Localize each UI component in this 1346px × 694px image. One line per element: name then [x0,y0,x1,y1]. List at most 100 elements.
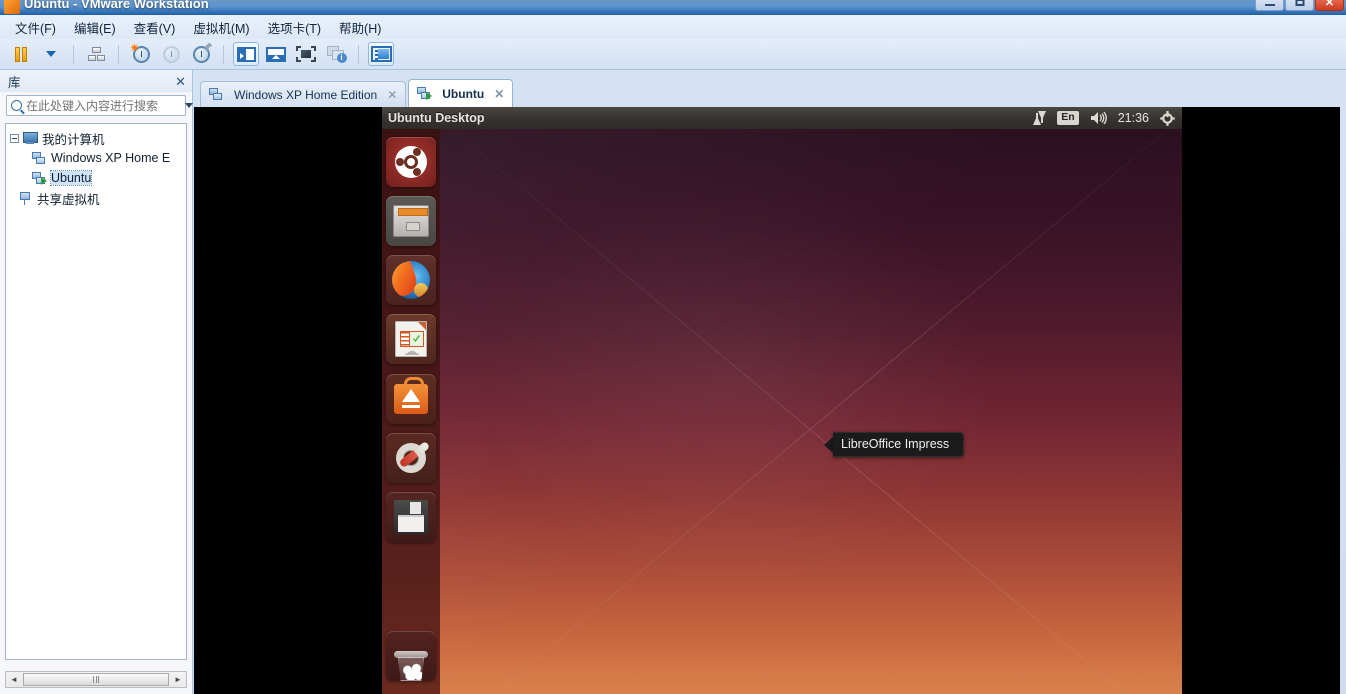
clock-plus-icon: ✷ [130,42,150,63]
enter-fullscreen-button[interactable] [293,42,319,66]
ubuntu-logo-icon [395,146,427,178]
ubuntu-top-panel: Ubuntu Desktop En 21:36 [382,107,1182,129]
launcher-item-software-center[interactable] [386,374,436,424]
launcher-item-workspace-switcher[interactable] [386,492,436,542]
vm-icon [209,88,223,101]
trash-icon [394,651,428,681]
unity-mode-button[interactable] [368,42,394,66]
tooltip-arrow-icon [824,436,833,453]
desktop-wallpaper[interactable] [440,129,1182,694]
launcher-item-system-settings[interactable] [386,433,436,483]
launcher-item-dash-home[interactable] [386,137,436,187]
tree-item-label: 我的计算机 [42,132,105,147]
clock-back-icon [162,45,180,63]
vm-tab-strip: Windows XP Home Edition ✕ Ubuntu ✕ [194,76,1346,107]
volume-icon[interactable] [1090,111,1107,125]
multi-window-info-icon: i [326,46,347,63]
take-snapshot-button[interactable]: ✷ [128,42,154,66]
expander-icon[interactable] [10,133,19,143]
toolbar-separator [223,44,224,64]
menu-help[interactable]: 帮助(H) [330,15,390,40]
library-horizontal-scrollbar[interactable]: ◄ ► [5,671,187,688]
vm-running-icon [32,171,47,185]
vm-display-stage[interactable]: Ubuntu Desktop En 21:36 LibreOffice Impr… [194,107,1340,694]
library-header: 库 ✕ [0,70,192,92]
manage-snapshots-button[interactable] [188,42,214,66]
revert-snapshot-button[interactable] [158,42,184,66]
search-icon [11,100,22,111]
menubar: 文件(F) 编辑(E) 查看(V) 虚拟机(M) 选项卡(T) 帮助(H) [0,15,1346,39]
show-thumbnail-bar-button[interactable] [263,42,289,66]
tree-item-shared-vms[interactable]: 共享虚拟机 [6,188,186,208]
tree-item-my-computer[interactable]: 我的计算机 [6,128,186,148]
tree-item-windows-xp[interactable]: Windows XP Home E [6,148,186,168]
scroll-left-arrow-icon[interactable]: ◄ [6,672,22,687]
panel-clock[interactable]: 21:36 [1118,111,1149,125]
search-input[interactable] [26,98,181,113]
scrollbar-thumb[interactable] [23,673,169,686]
launcher-item-firefox[interactable] [386,255,436,305]
left-panel-icon [236,46,256,62]
system-settings-icon [396,440,431,473]
panel-title: Ubuntu Desktop [388,111,485,125]
wallpaper-glow [476,173,997,594]
vm-icon [32,151,46,165]
menu-edit[interactable]: 编辑(E) [65,15,125,40]
window-title: Ubuntu - VMware Workstation [24,0,209,11]
tab-ubuntu[interactable]: Ubuntu ✕ [408,79,514,107]
launcher-item-trash[interactable] [386,631,436,681]
library-title: 库 [8,75,21,90]
vmware-app-icon [4,0,20,14]
tree-item-ubuntu[interactable]: Ubuntu [6,168,186,188]
tab-label: Windows XP Home Edition [234,87,378,102]
window-controls: ✕ [1255,0,1344,11]
fullscreen-icon [296,46,316,62]
menu-view[interactable]: 查看(V) [125,15,185,40]
tooltip-label: LibreOffice Impress [833,432,965,457]
close-icon: ✕ [1324,0,1335,9]
vmware-workstation-window: Ubuntu - VMware Workstation ✕ 文件(F) 编辑(E… [0,0,1346,694]
close-icon[interactable]: ✕ [494,87,504,101]
shared-vm-icon [18,191,32,205]
power-dropdown[interactable] [38,42,64,66]
maximize-button[interactable] [1285,0,1314,11]
close-icon[interactable]: ✕ [387,88,397,102]
ubuntu-guest-screen[interactable]: Ubuntu Desktop En 21:36 LibreOffice Impr… [382,107,1182,694]
file-manager-icon [393,205,429,237]
menu-file[interactable]: 文件(F) [6,15,65,40]
launcher-tooltip: LibreOffice Impress [824,432,965,457]
impress-icon [395,321,427,357]
toolbar-separator [118,44,119,64]
tree-item-label: 共享虚拟机 [37,192,100,207]
unity-launcher [382,129,440,694]
window-titlebar: Ubuntu - VMware Workstation ✕ [0,0,1346,15]
minimize-button[interactable] [1255,0,1284,11]
launcher-item-libreoffice-impress[interactable] [386,314,436,364]
chevron-down-icon[interactable] [185,103,193,108]
floppy-icon [394,500,428,534]
keyboard-layout-indicator[interactable]: En [1057,111,1079,125]
unity-mode-icon [370,46,392,62]
launcher-item-files[interactable] [386,196,436,246]
tab-windows-xp[interactable]: Windows XP Home Edition ✕ [200,81,407,107]
network-icon[interactable] [1033,111,1047,125]
close-button[interactable]: ✕ [1315,0,1344,11]
chevron-down-icon [46,51,56,57]
show-console-view-button[interactable]: i [323,42,349,66]
close-icon[interactable]: ✕ [175,75,186,88]
scroll-right-arrow-icon[interactable]: ► [170,672,186,687]
menu-vm[interactable]: 虚拟机(M) [184,15,258,40]
tree-item-label: Windows XP Home E [51,151,171,165]
library-tree: 我的计算机 Windows XP Home E Ubuntu 共享虚拟机 [5,123,187,660]
snapshot-manager-button[interactable] [83,42,109,66]
bottom-panel-icon [266,46,286,62]
show-library-button[interactable] [233,42,259,66]
menu-tabs[interactable]: 选项卡(T) [259,15,330,40]
clock-wrench-icon [192,42,213,63]
library-search-box[interactable] [6,95,193,116]
session-gear-icon[interactable] [1160,110,1175,126]
panel-indicators: En 21:36 [1033,110,1182,126]
toolbar: ✷ i [0,39,1346,70]
toolbar-separator [73,44,74,64]
power-button[interactable] [8,42,34,66]
